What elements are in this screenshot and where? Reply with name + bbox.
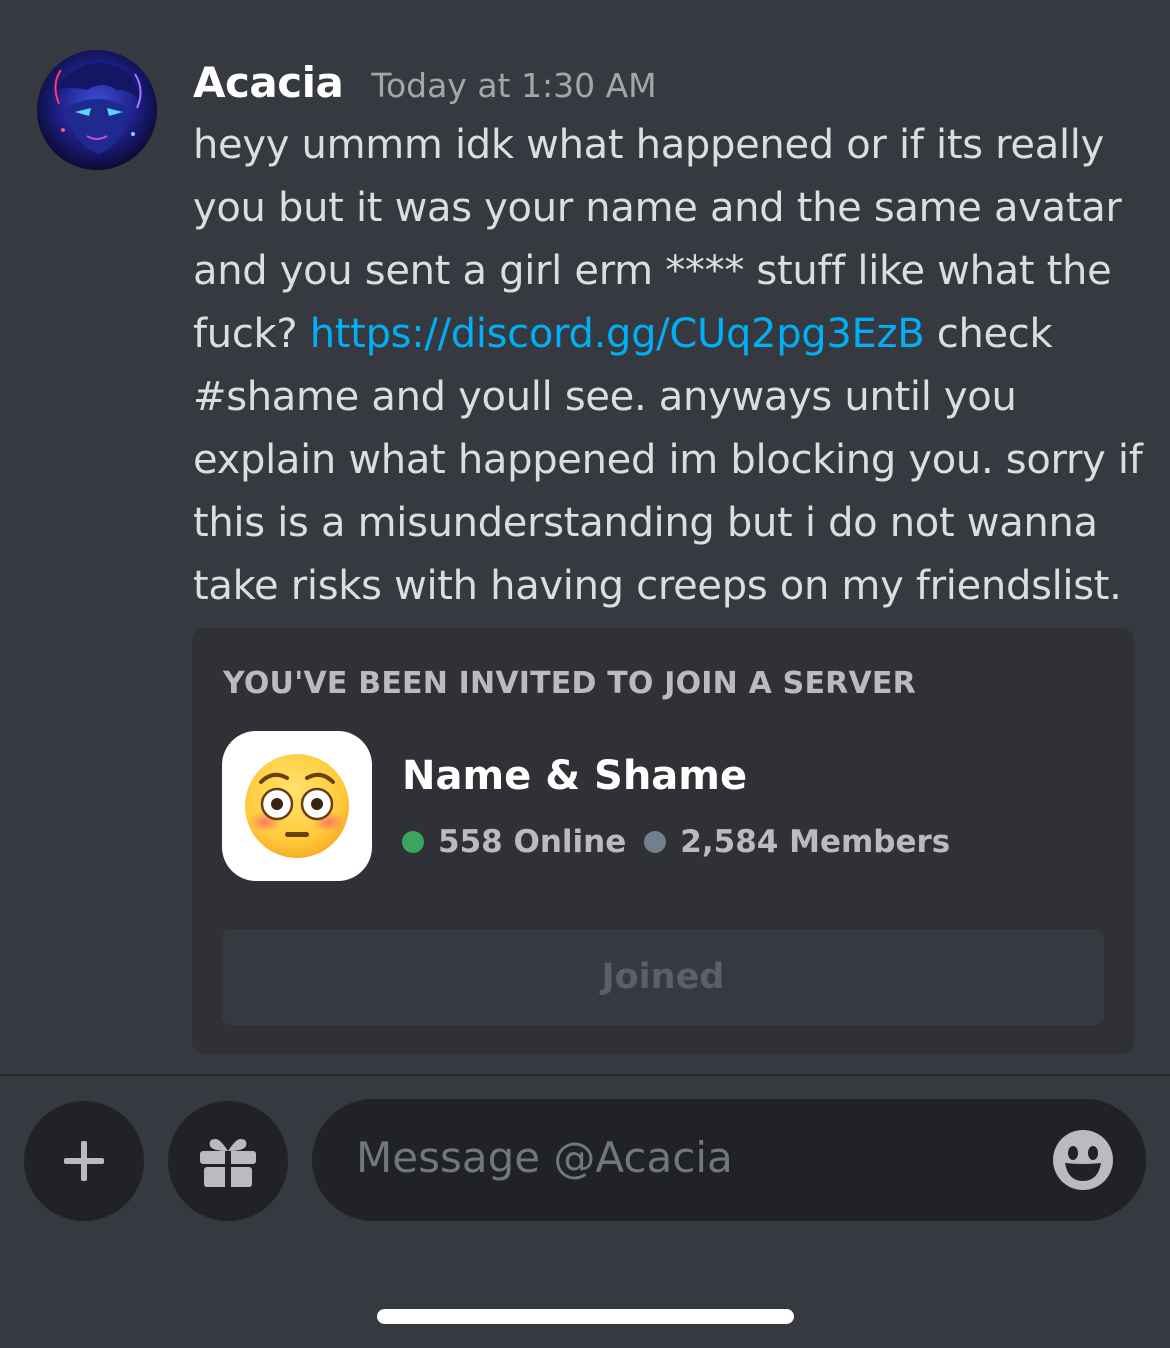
- message-timestamp: Today at 1:30 AM: [371, 66, 657, 105]
- add-attachment-button[interactable]: [24, 1101, 144, 1221]
- members-dot-icon: [644, 831, 667, 853]
- server-stats: 558 Online 2,584 Members: [402, 824, 950, 860]
- server-name: Name & Shame: [402, 753, 748, 799]
- invite-heading: YOU'VE BEEN INVITED TO JOIN A SERVER: [223, 666, 916, 701]
- member-count: 2,584 Members: [680, 824, 951, 860]
- message-header: Acacia Today at 1:30 AM: [193, 58, 657, 107]
- joined-button[interactable]: Joined: [222, 929, 1104, 1025]
- message-text: heyy ummm idk what happened or if its re…: [193, 114, 1143, 618]
- message-input-placeholder: Message @Acacia: [356, 1133, 733, 1182]
- composer-divider: [0, 1074, 1170, 1076]
- plus-icon: [64, 1141, 104, 1181]
- message-input[interactable]: Message @Acacia: [312, 1099, 1146, 1221]
- author-name[interactable]: Acacia: [193, 58, 344, 107]
- dm-screen: Acacia Today at 1:30 AM heyy ummm idk wh…: [0, 0, 1170, 1348]
- home-indicator[interactable]: [377, 1309, 794, 1324]
- server-invite-card: YOU'VE BEEN INVITED TO JOIN A SERVER Nam…: [192, 628, 1134, 1054]
- smiley-icon[interactable]: [1052, 1129, 1114, 1191]
- anime-avatar-icon: [37, 50, 157, 170]
- server-icon[interactable]: [222, 731, 372, 881]
- online-dot-icon: [402, 831, 424, 853]
- flushed-face-icon: [245, 754, 349, 858]
- gift-icon: [200, 1139, 256, 1187]
- avatar[interactable]: [37, 50, 157, 170]
- invite-link[interactable]: https://discord.gg/CUq2pg3EzB: [310, 311, 925, 357]
- gift-button[interactable]: [168, 1101, 288, 1221]
- online-count: 558 Online: [438, 824, 627, 860]
